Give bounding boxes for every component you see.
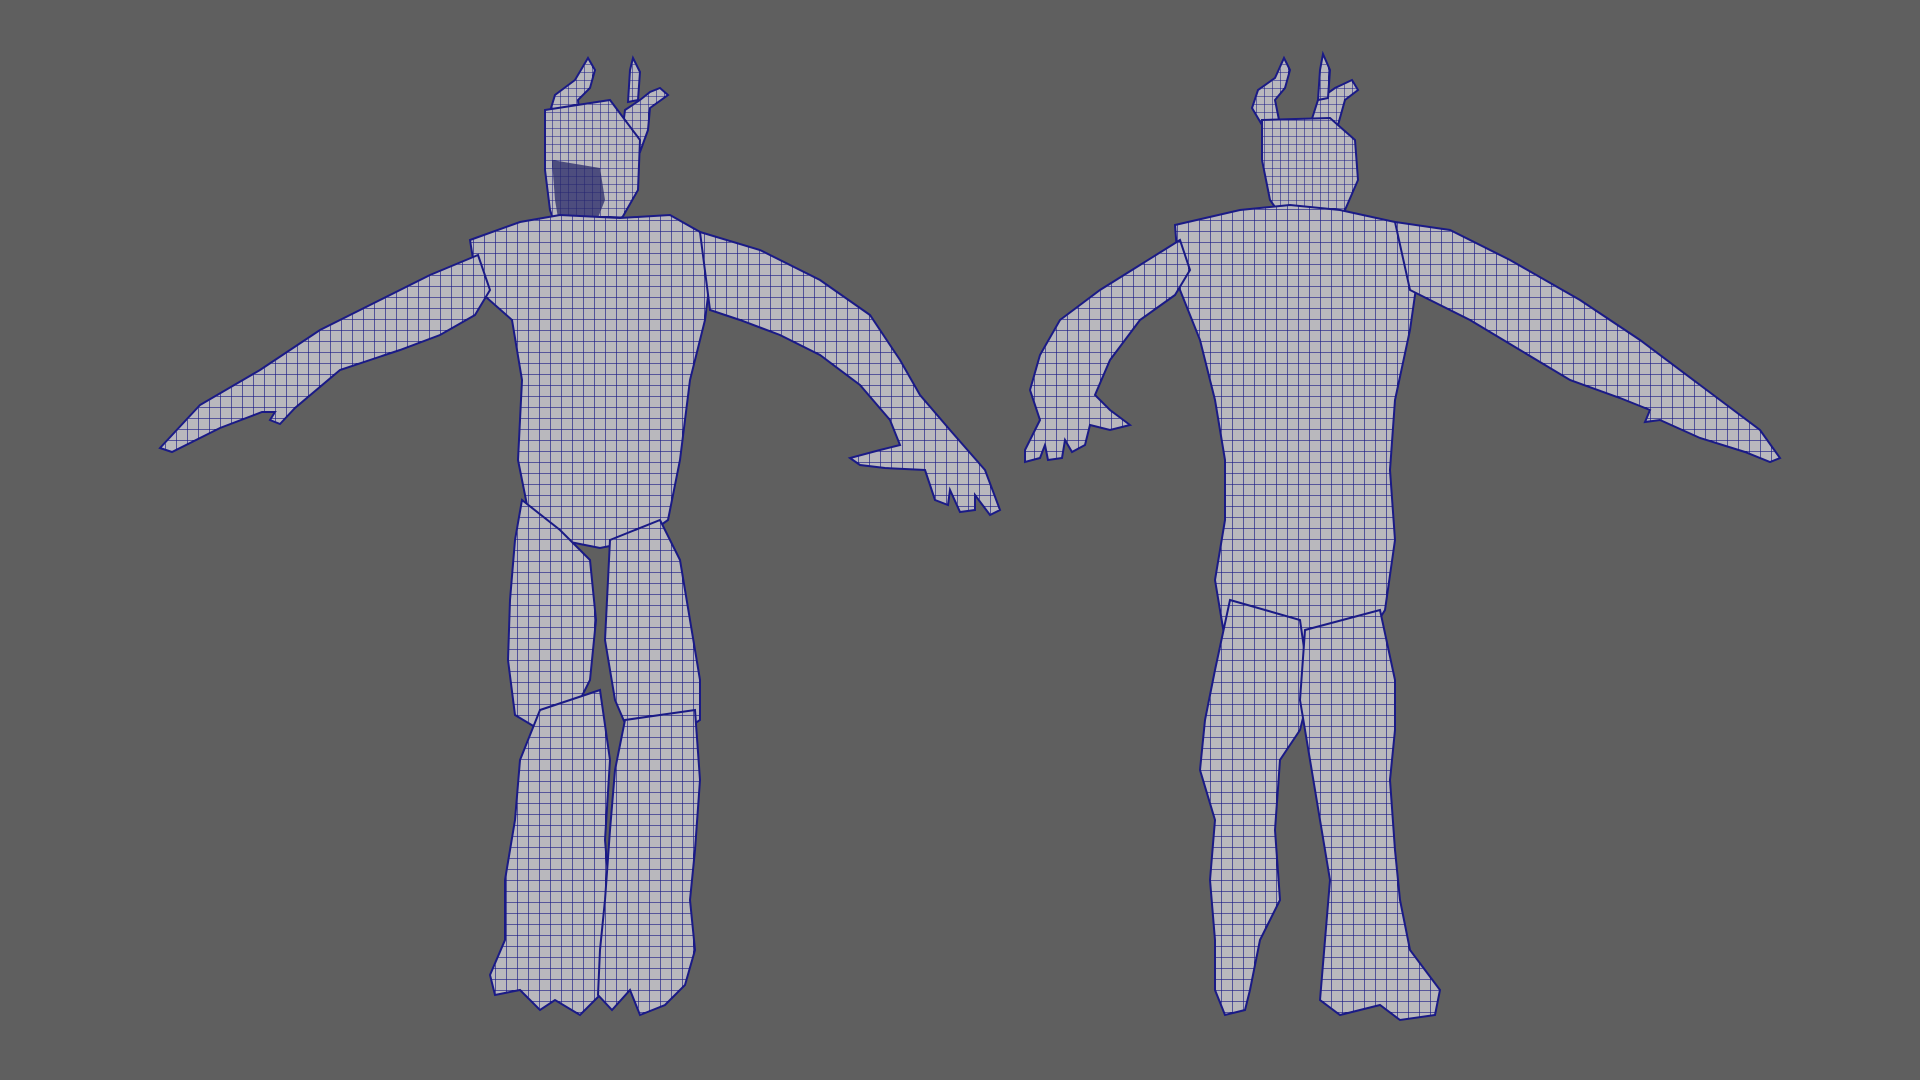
back-right-horn-tip <box>1316 50 1332 102</box>
front-left-arm <box>158 253 492 454</box>
back-left-leg <box>1198 598 1312 1017</box>
creature-front-mesh-icon[interactable] <box>158 55 1002 1017</box>
front-right-horn-tip <box>626 55 642 104</box>
front-torso <box>468 213 714 550</box>
front-right-shin <box>596 708 702 1017</box>
front-right-thigh <box>603 518 701 742</box>
creature-back-mesh-icon[interactable] <box>1024 50 1782 1022</box>
back-torso <box>1173 203 1422 667</box>
back-right-arm <box>1393 220 1782 464</box>
back-right-leg <box>1298 608 1442 1022</box>
front-right-arm <box>698 230 1002 517</box>
3d-viewport[interactable] <box>0 0 1920 1080</box>
viewport-canvas[interactable] <box>0 0 1920 1080</box>
back-left-arm <box>1024 238 1192 464</box>
